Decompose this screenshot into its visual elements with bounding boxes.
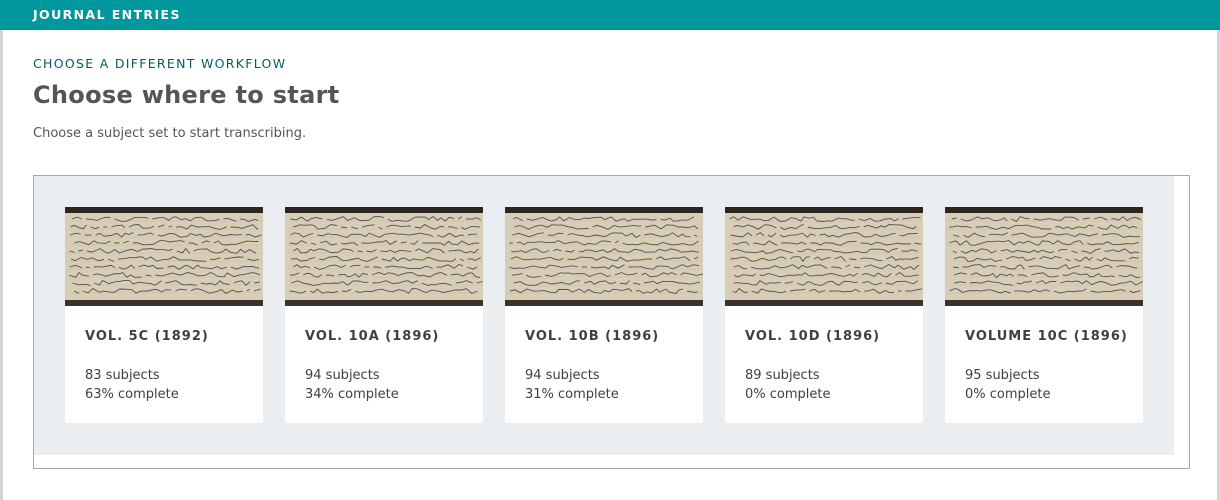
header-bar: JOURNAL ENTRIES — [0, 0, 1220, 30]
subject-set-title: VOL. 10B (1896) — [525, 329, 660, 344]
completion-status: 63% complete — [85, 387, 179, 402]
subject-set-card-vol-5c[interactable]: VOL. 5C (1892) 83 subjects 63% complete — [65, 207, 263, 423]
subject-set-title: VOL. 10D (1896) — [745, 329, 881, 344]
handwritten-journal-page-icon — [945, 207, 1143, 306]
subject-set-title: VOL. 10A (1896) — [305, 329, 440, 344]
subject-set-card-vol-10d[interactable]: VOL. 10D (1896) 89 subjects 0% complete — [725, 207, 923, 423]
handwritten-journal-page-icon — [505, 207, 703, 306]
handwritten-journal-page-icon — [285, 207, 483, 306]
subject-count: 94 subjects — [525, 368, 600, 383]
subject-set-card-vol-10b[interactable]: VOL. 10B (1896) 94 subjects 31% complete — [505, 207, 703, 423]
subject-set-title: VOL. 5C (1892) — [85, 329, 209, 344]
subject-set-panel-background: VOL. 5C (1892) 83 subjects 63% complete … — [34, 176, 1174, 455]
subject-count: 89 subjects — [745, 368, 820, 383]
choose-different-workflow-link[interactable]: CHOOSE A DIFFERENT WORKFLOW — [33, 56, 286, 71]
subject-count: 95 subjects — [965, 368, 1040, 383]
subject-count: 83 subjects — [85, 368, 160, 383]
subject-set-card-vol-10a[interactable]: VOL. 10A (1896) 94 subjects 34% complete — [285, 207, 483, 423]
completion-status: 31% complete — [525, 387, 619, 402]
page-title: Choose where to start — [33, 81, 340, 109]
completion-status: 0% complete — [745, 387, 831, 402]
subject-set-card-volume-10c[interactable]: VOLUME 10C (1896) 95 subjects 0% complet… — [945, 207, 1143, 423]
page-subtitle: Choose a subject set to start transcribi… — [33, 126, 307, 141]
completion-status: 0% complete — [965, 387, 1051, 402]
subject-set-title: VOLUME 10C (1896) — [965, 329, 1128, 344]
subject-set-panel: VOL. 5C (1892) 83 subjects 63% complete … — [33, 175, 1190, 469]
completion-status: 34% complete — [305, 387, 399, 402]
handwritten-journal-page-icon — [65, 207, 263, 306]
subject-count: 94 subjects — [305, 368, 380, 383]
header-title: JOURNAL ENTRIES — [33, 7, 181, 22]
handwritten-journal-page-icon — [725, 207, 923, 306]
